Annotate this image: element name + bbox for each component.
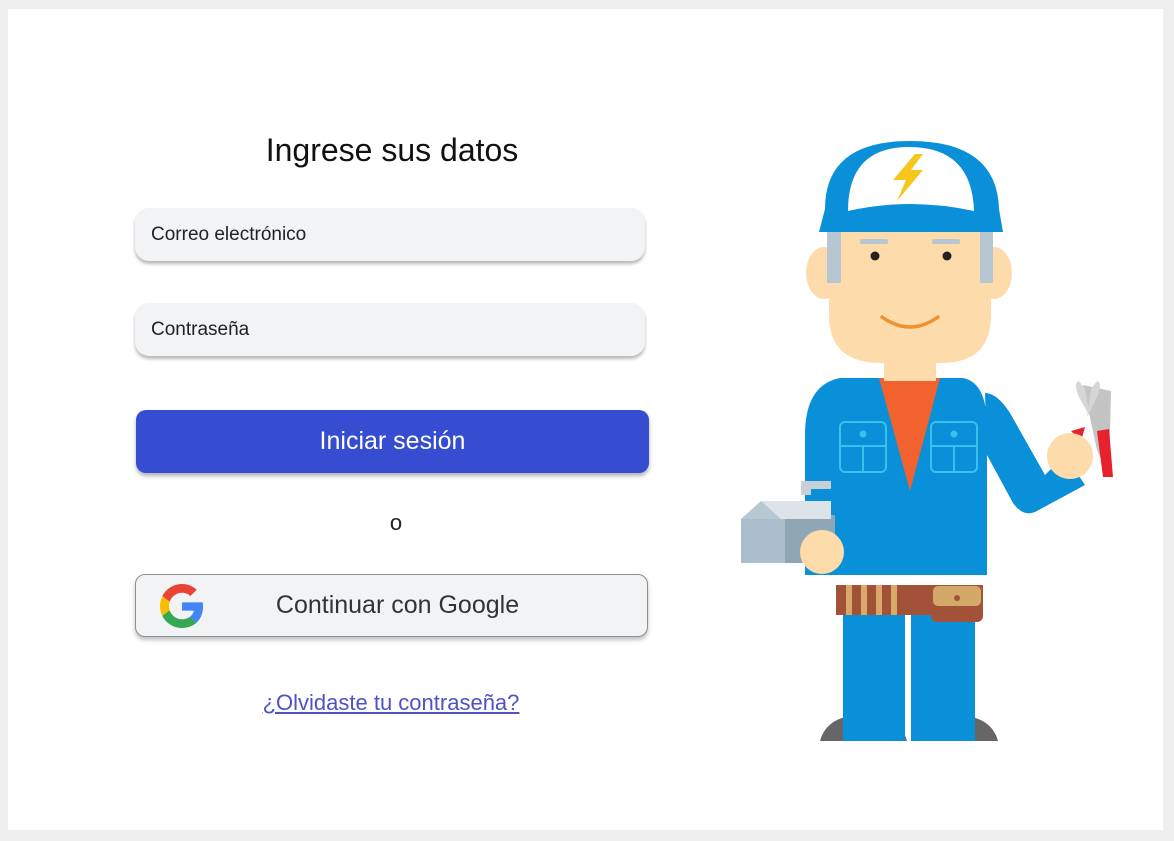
login-button[interactable]: Iniciar sesión [136,410,649,473]
password-input[interactable] [151,318,629,341]
right-eye [942,251,952,261]
left-leg [843,605,905,741]
google-signin-button[interactable]: Continuar con Google [135,574,648,637]
left-eye [870,251,880,261]
worker-face [829,225,991,363]
email-field[interactable] [135,208,645,261]
password-field[interactable] [135,303,645,356]
email-input[interactable] [151,223,629,246]
right-hand [1047,433,1093,479]
google-button-label: Continuar con Google [275,591,520,619]
left-hand [800,530,844,574]
left-eyebrow [860,239,888,244]
right-leg [911,605,975,741]
page-title: Ingrese sus datos [265,132,519,168]
electrician-illustration [741,141,1113,741]
worker-neck [884,361,936,381]
or-separator: o [389,510,403,535]
forgot-password-link[interactable]: ¿Olvidaste tu contraseña? [135,690,647,716]
right-eyebrow [932,239,960,244]
